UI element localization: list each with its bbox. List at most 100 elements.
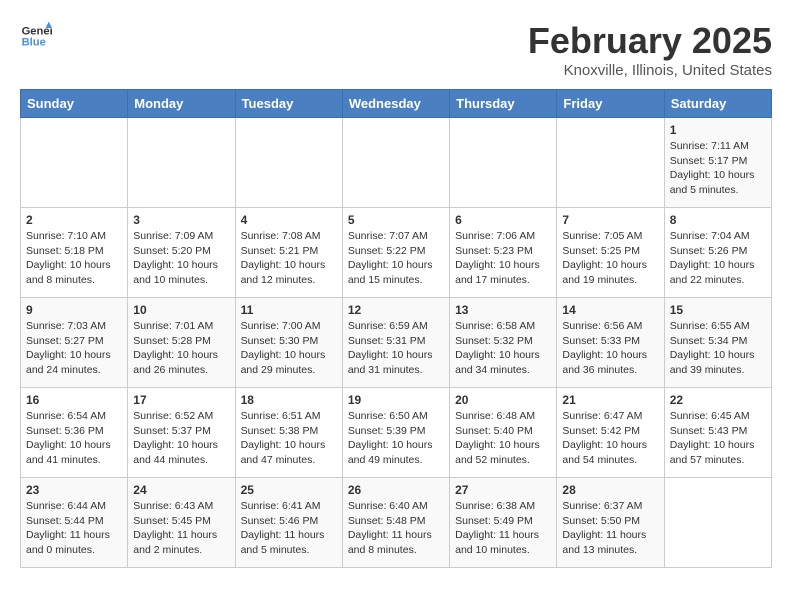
day-number: 13 — [455, 303, 551, 317]
daylight-text: Daylight: 10 hours and 8 minutes. — [26, 258, 122, 287]
day-info: Sunrise: 7:05 AM Sunset: 5:25 PM Dayligh… — [562, 229, 658, 288]
sunrise-text: Sunrise: 7:01 AM — [133, 319, 229, 334]
sunset-text: Sunset: 5:25 PM — [562, 244, 658, 259]
calendar-cell: 28 Sunrise: 6:37 AM Sunset: 5:50 PM Dayl… — [557, 478, 664, 568]
daylight-text: Daylight: 10 hours and 44 minutes. — [133, 438, 229, 467]
day-number: 1 — [670, 123, 766, 137]
sunset-text: Sunset: 5:50 PM — [562, 514, 658, 529]
sunrise-text: Sunrise: 6:52 AM — [133, 409, 229, 424]
calendar-cell: 17 Sunrise: 6:52 AM Sunset: 5:37 PM Dayl… — [128, 388, 235, 478]
sunset-text: Sunset: 5:44 PM — [26, 514, 122, 529]
sunset-text: Sunset: 5:30 PM — [241, 334, 337, 349]
calendar-cell: 18 Sunrise: 6:51 AM Sunset: 5:38 PM Dayl… — [235, 388, 342, 478]
day-number: 16 — [26, 393, 122, 407]
day-info: Sunrise: 7:07 AM Sunset: 5:22 PM Dayligh… — [348, 229, 444, 288]
calendar-cell — [450, 118, 557, 208]
calendar-cell: 9 Sunrise: 7:03 AM Sunset: 5:27 PM Dayli… — [21, 298, 128, 388]
daylight-text: Daylight: 10 hours and 57 minutes. — [670, 438, 766, 467]
day-number: 28 — [562, 483, 658, 497]
day-number: 19 — [348, 393, 444, 407]
sunrise-text: Sunrise: 6:54 AM — [26, 409, 122, 424]
calendar-cell: 5 Sunrise: 7:07 AM Sunset: 5:22 PM Dayli… — [342, 208, 449, 298]
sunset-text: Sunset: 5:42 PM — [562, 424, 658, 439]
sunrise-text: Sunrise: 6:43 AM — [133, 499, 229, 514]
daylight-text: Daylight: 11 hours and 13 minutes. — [562, 528, 658, 557]
calendar-cell: 21 Sunrise: 6:47 AM Sunset: 5:42 PM Dayl… — [557, 388, 664, 478]
daylight-text: Daylight: 10 hours and 12 minutes. — [241, 258, 337, 287]
calendar-cell — [664, 478, 771, 568]
day-number: 15 — [670, 303, 766, 317]
day-info: Sunrise: 6:56 AM Sunset: 5:33 PM Dayligh… — [562, 319, 658, 378]
day-info: Sunrise: 6:51 AM Sunset: 5:38 PM Dayligh… — [241, 409, 337, 468]
sunrise-text: Sunrise: 7:11 AM — [670, 139, 766, 154]
sunset-text: Sunset: 5:45 PM — [133, 514, 229, 529]
calendar-cell: 13 Sunrise: 6:58 AM Sunset: 5:32 PM Dayl… — [450, 298, 557, 388]
header-monday: Monday — [128, 90, 235, 118]
calendar-cell: 19 Sunrise: 6:50 AM Sunset: 5:39 PM Dayl… — [342, 388, 449, 478]
day-number: 14 — [562, 303, 658, 317]
day-info: Sunrise: 6:59 AM Sunset: 5:31 PM Dayligh… — [348, 319, 444, 378]
sunrise-text: Sunrise: 6:51 AM — [241, 409, 337, 424]
daylight-text: Daylight: 10 hours and 34 minutes. — [455, 348, 551, 377]
day-info: Sunrise: 6:58 AM Sunset: 5:32 PM Dayligh… — [455, 319, 551, 378]
daylight-text: Daylight: 10 hours and 49 minutes. — [348, 438, 444, 467]
sunset-text: Sunset: 5:18 PM — [26, 244, 122, 259]
calendar-week-row: 2 Sunrise: 7:10 AM Sunset: 5:18 PM Dayli… — [21, 208, 772, 298]
day-number: 17 — [133, 393, 229, 407]
day-info: Sunrise: 7:04 AM Sunset: 5:26 PM Dayligh… — [670, 229, 766, 288]
day-info: Sunrise: 7:06 AM Sunset: 5:23 PM Dayligh… — [455, 229, 551, 288]
daylight-text: Daylight: 11 hours and 5 minutes. — [241, 528, 337, 557]
day-info: Sunrise: 7:01 AM Sunset: 5:28 PM Dayligh… — [133, 319, 229, 378]
day-info: Sunrise: 6:38 AM Sunset: 5:49 PM Dayligh… — [455, 499, 551, 558]
sunrise-text: Sunrise: 6:56 AM — [562, 319, 658, 334]
daylight-text: Daylight: 10 hours and 31 minutes. — [348, 348, 444, 377]
sunrise-text: Sunrise: 6:55 AM — [670, 319, 766, 334]
sunrise-text: Sunrise: 6:59 AM — [348, 319, 444, 334]
daylight-text: Daylight: 10 hours and 5 minutes. — [670, 168, 766, 197]
sunset-text: Sunset: 5:32 PM — [455, 334, 551, 349]
calendar-cell: 27 Sunrise: 6:38 AM Sunset: 5:49 PM Dayl… — [450, 478, 557, 568]
daylight-text: Daylight: 10 hours and 41 minutes. — [26, 438, 122, 467]
sunset-text: Sunset: 5:43 PM — [670, 424, 766, 439]
day-info: Sunrise: 6:52 AM Sunset: 5:37 PM Dayligh… — [133, 409, 229, 468]
daylight-text: Daylight: 10 hours and 29 minutes. — [241, 348, 337, 377]
sunrise-text: Sunrise: 7:04 AM — [670, 229, 766, 244]
calendar-cell: 11 Sunrise: 7:00 AM Sunset: 5:30 PM Dayl… — [235, 298, 342, 388]
sunset-text: Sunset: 5:26 PM — [670, 244, 766, 259]
day-info: Sunrise: 7:09 AM Sunset: 5:20 PM Dayligh… — [133, 229, 229, 288]
calendar-cell: 12 Sunrise: 6:59 AM Sunset: 5:31 PM Dayl… — [342, 298, 449, 388]
sunset-text: Sunset: 5:17 PM — [670, 154, 766, 169]
calendar-cell: 26 Sunrise: 6:40 AM Sunset: 5:48 PM Dayl… — [342, 478, 449, 568]
weekday-header-row: Sunday Monday Tuesday Wednesday Thursday… — [21, 90, 772, 118]
sunset-text: Sunset: 5:37 PM — [133, 424, 229, 439]
sunset-text: Sunset: 5:49 PM — [455, 514, 551, 529]
daylight-text: Daylight: 10 hours and 15 minutes. — [348, 258, 444, 287]
day-info: Sunrise: 6:40 AM Sunset: 5:48 PM Dayligh… — [348, 499, 444, 558]
day-number: 23 — [26, 483, 122, 497]
day-info: Sunrise: 6:37 AM Sunset: 5:50 PM Dayligh… — [562, 499, 658, 558]
calendar-cell — [235, 118, 342, 208]
daylight-text: Daylight: 10 hours and 19 minutes. — [562, 258, 658, 287]
day-info: Sunrise: 6:50 AM Sunset: 5:39 PM Dayligh… — [348, 409, 444, 468]
sunset-text: Sunset: 5:33 PM — [562, 334, 658, 349]
day-info: Sunrise: 6:45 AM Sunset: 5:43 PM Dayligh… — [670, 409, 766, 468]
svg-text:Blue: Blue — [22, 37, 46, 49]
sunrise-text: Sunrise: 6:45 AM — [670, 409, 766, 424]
day-number: 24 — [133, 483, 229, 497]
header-sunday: Sunday — [21, 90, 128, 118]
day-info: Sunrise: 7:08 AM Sunset: 5:21 PM Dayligh… — [241, 229, 337, 288]
header-friday: Friday — [557, 90, 664, 118]
day-number: 4 — [241, 213, 337, 227]
sunset-text: Sunset: 5:48 PM — [348, 514, 444, 529]
calendar-cell: 20 Sunrise: 6:48 AM Sunset: 5:40 PM Dayl… — [450, 388, 557, 478]
daylight-text: Daylight: 10 hours and 52 minutes. — [455, 438, 551, 467]
sunset-text: Sunset: 5:40 PM — [455, 424, 551, 439]
day-info: Sunrise: 7:00 AM Sunset: 5:30 PM Dayligh… — [241, 319, 337, 378]
day-number: 10 — [133, 303, 229, 317]
daylight-text: Daylight: 10 hours and 10 minutes. — [133, 258, 229, 287]
sunrise-text: Sunrise: 7:08 AM — [241, 229, 337, 244]
calendar-week-row: 9 Sunrise: 7:03 AM Sunset: 5:27 PM Dayli… — [21, 298, 772, 388]
daylight-text: Daylight: 10 hours and 36 minutes. — [562, 348, 658, 377]
sunset-text: Sunset: 5:23 PM — [455, 244, 551, 259]
calendar-cell: 15 Sunrise: 6:55 AM Sunset: 5:34 PM Dayl… — [664, 298, 771, 388]
